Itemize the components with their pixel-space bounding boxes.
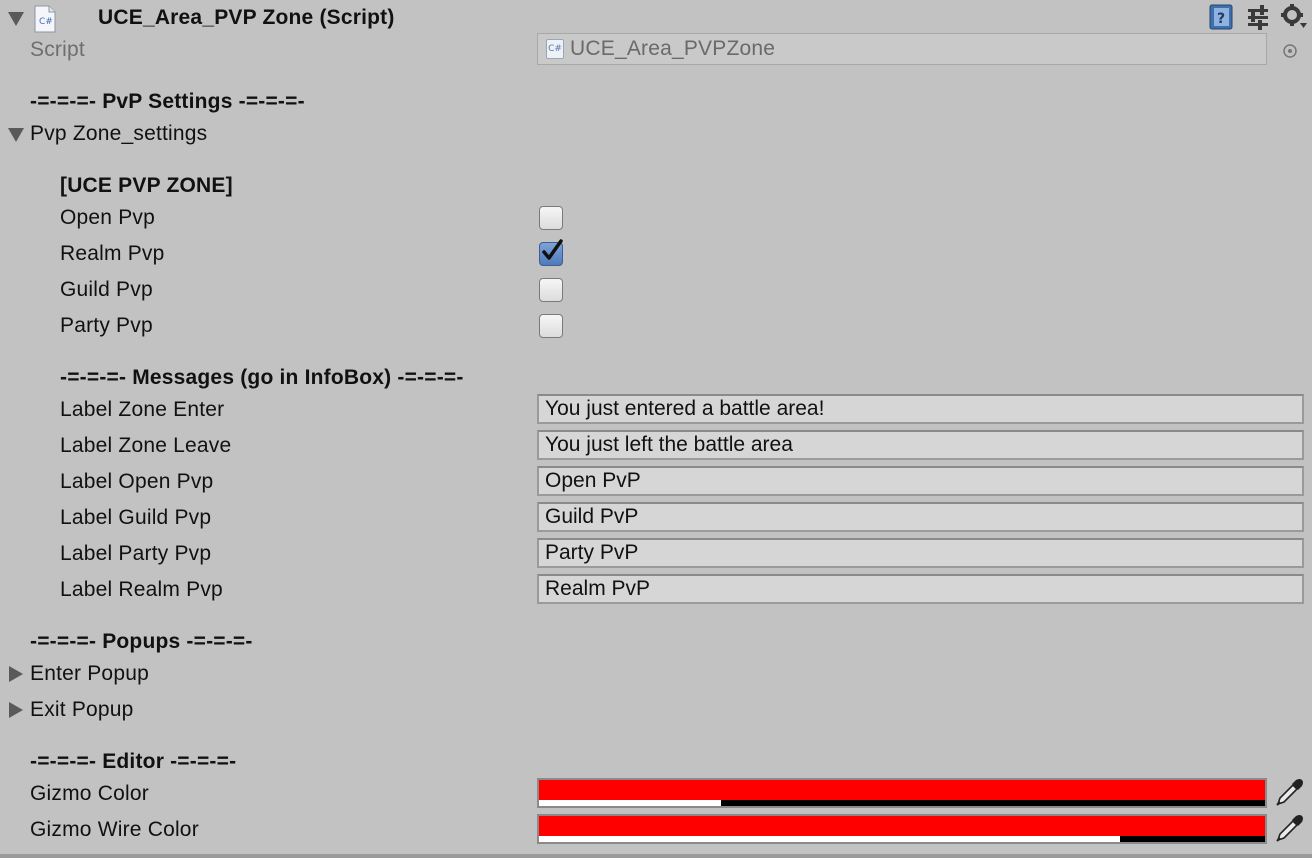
presets-sliders-icon[interactable] bbox=[1246, 4, 1270, 30]
label-realm-pvp-label: Label Realm Pvp bbox=[60, 578, 223, 601]
help-book-icon[interactable]: ? bbox=[1208, 3, 1234, 31]
gizmo-color-field[interactable] bbox=[537, 778, 1267, 808]
exit-popup-foldout-arrow[interactable] bbox=[9, 702, 23, 718]
enter-popup-foldout-arrow[interactable] bbox=[9, 666, 23, 682]
label-zone-enter-input[interactable]: You just entered a battle area! bbox=[537, 394, 1304, 424]
label-realm-pvp-input[interactable]: Realm PvP bbox=[537, 574, 1304, 604]
label-guild-pvp-label: Label Guild Pvp bbox=[60, 506, 212, 529]
object-picker-icon[interactable] bbox=[1282, 41, 1298, 58]
pvp-zone-settings-foldout-label[interactable]: Pvp Zone_settings bbox=[30, 122, 207, 146]
label-party-pvp-label: Label Party Pvp bbox=[60, 542, 212, 565]
guild-pvp-label: Guild Pvp bbox=[60, 278, 153, 301]
open-pvp-checkbox[interactable] bbox=[539, 206, 563, 230]
script-object-value: UCE_Area_PVPZone bbox=[570, 37, 776, 60]
gizmo-color-alpha-bar bbox=[539, 800, 1265, 806]
open-pvp-label: Open Pvp bbox=[60, 206, 155, 229]
enter-popup-foldout-label[interactable]: Enter Popup bbox=[30, 662, 149, 686]
pipette-icon[interactable] bbox=[1274, 778, 1304, 808]
component-foldout-arrow[interactable] bbox=[8, 12, 24, 26]
label-guild-pvp-input[interactable]: Guild PvP bbox=[537, 502, 1304, 532]
realm-pvp-checkbox[interactable] bbox=[539, 239, 563, 266]
party-pvp-checkbox[interactable] bbox=[539, 314, 563, 338]
label-open-pvp-label: Label Open Pvp bbox=[60, 470, 214, 493]
gear-icon[interactable] bbox=[1280, 3, 1308, 31]
pvp-zone-settings-foldout-arrow[interactable] bbox=[8, 128, 24, 142]
gizmo-wire-color-field[interactable] bbox=[537, 814, 1267, 844]
script-object-field[interactable]: C# UCE_Area_PVPZone bbox=[537, 33, 1267, 65]
gizmo-wire-color-alpha-fill bbox=[539, 836, 1120, 842]
guild-pvp-checkbox[interactable] bbox=[539, 278, 563, 302]
gizmo-wire-color-alpha-bar bbox=[539, 836, 1265, 842]
editor-section-title: -=-=-=- Editor -=-=-=- bbox=[30, 750, 237, 773]
label-zone-leave-input[interactable]: You just left the battle area bbox=[537, 430, 1304, 460]
csharp-script-icon: C# bbox=[32, 5, 58, 33]
popups-section-title: -=-=-=- Popups -=-=-=- bbox=[30, 630, 253, 653]
label-open-pvp-input[interactable]: Open PvP bbox=[537, 466, 1304, 496]
label-zone-leave-label: Label Zone Leave bbox=[60, 434, 232, 457]
component-title: UCE_Area_PVP Zone (Script) bbox=[98, 6, 395, 29]
svg-text:?: ? bbox=[1217, 11, 1225, 27]
messages-section-title: -=-=-=- Messages (go in InfoBox) -=-=-=- bbox=[60, 366, 464, 389]
script-label: Script bbox=[30, 38, 85, 61]
checkmark-icon bbox=[542, 239, 563, 260]
svg-text:C#: C# bbox=[39, 17, 53, 27]
gizmo-wire-color-label: Gizmo Wire Color bbox=[30, 818, 199, 841]
bottom-divider bbox=[0, 854, 1312, 858]
gizmo-color-label: Gizmo Color bbox=[30, 782, 149, 805]
label-party-pvp-input[interactable]: Party PvP bbox=[537, 538, 1304, 568]
gizmo-color-alpha-fill bbox=[539, 800, 721, 806]
pipette-icon[interactable] bbox=[1274, 814, 1304, 844]
gizmo-color-swatch bbox=[539, 780, 1265, 800]
pvp-settings-section-title: -=-=-=- PvP Settings -=-=-=- bbox=[30, 90, 305, 113]
party-pvp-label: Party Pvp bbox=[60, 314, 153, 337]
gizmo-wire-color-swatch bbox=[539, 816, 1265, 836]
realm-pvp-label: Realm Pvp bbox=[60, 242, 165, 265]
uce-pvp-zone-header: [UCE PVP ZONE] bbox=[60, 174, 233, 197]
exit-popup-foldout-label[interactable]: Exit Popup bbox=[30, 698, 134, 722]
label-zone-enter-label: Label Zone Enter bbox=[60, 398, 225, 421]
csharp-file-icon: C# bbox=[546, 39, 564, 59]
